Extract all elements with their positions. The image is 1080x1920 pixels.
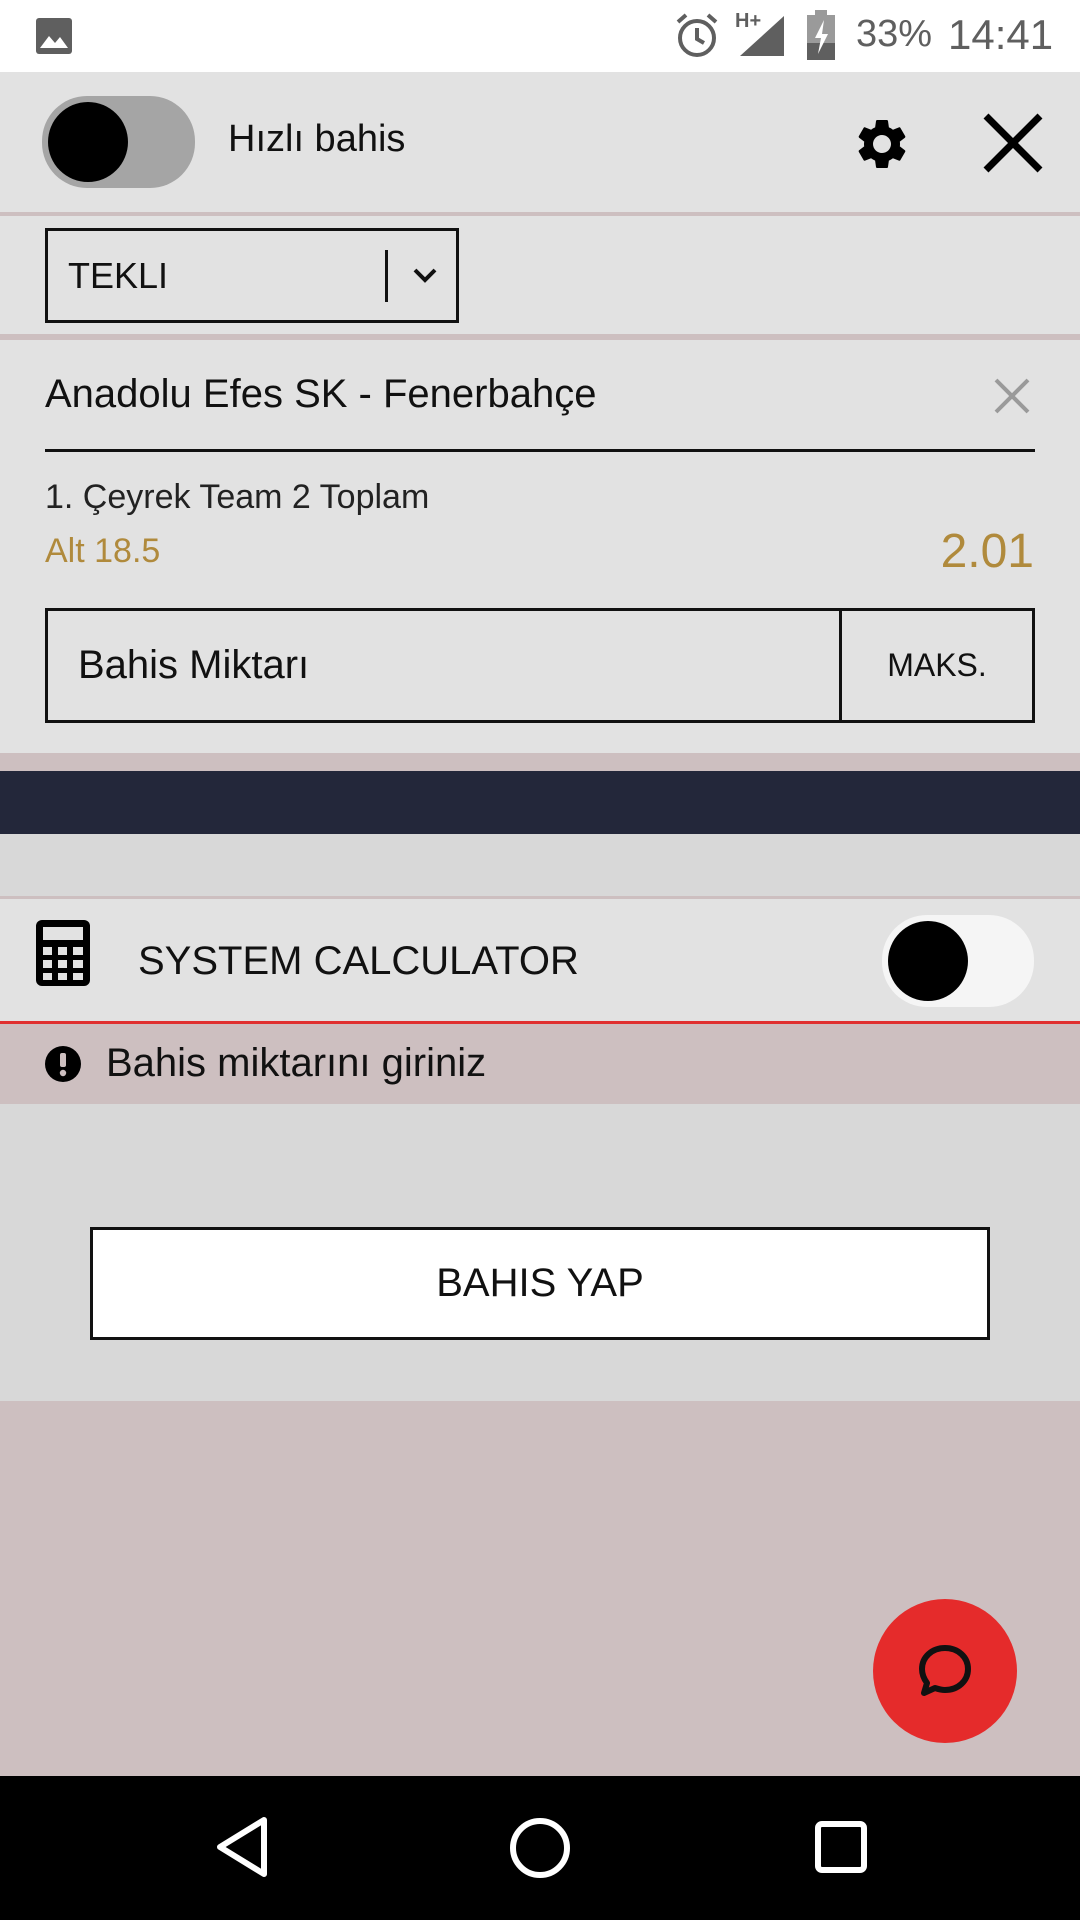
spacer-band — [0, 834, 1080, 898]
stake-input[interactable] — [48, 611, 842, 720]
place-bet-button[interactable]: BAHIS YAP — [90, 1227, 990, 1340]
close-icon[interactable] — [980, 110, 1046, 176]
stake-box: MAKS. — [45, 608, 1035, 723]
image-icon — [36, 18, 72, 54]
back-icon[interactable] — [212, 1814, 272, 1880]
chevron-down-icon — [413, 268, 437, 283]
chat-button[interactable] — [873, 1599, 1017, 1743]
system-calculator-toggle[interactable] — [882, 915, 1034, 1007]
alarm-icon — [676, 13, 718, 57]
quick-bet-label: Hızlı bahis — [228, 118, 406, 160]
warning-text: Bahis miktarını giriniz — [106, 1041, 487, 1085]
status-bar: H+ 33% 14:41 — [0, 0, 1080, 72]
chat-icon — [919, 1645, 971, 1696]
system-calculator-label: SYSTEM CALCULATOR — [138, 939, 579, 983]
market-name: 1. Çeyrek Team 2 Toplam — [45, 478, 430, 516]
battery-percent: 33% — [856, 13, 933, 55]
bet-type-value: TEKLI — [68, 255, 169, 296]
section-gap — [0, 753, 1080, 771]
gear-icon[interactable] — [852, 114, 912, 174]
signal-icon — [740, 16, 784, 56]
selection-name: Alt 18.5 — [45, 532, 161, 570]
remove-bet-icon[interactable] — [992, 376, 1032, 416]
navigation-bar — [0, 1776, 1080, 1920]
max-stake-button[interactable]: MAKS. — [842, 611, 1032, 720]
calculator-icon — [36, 920, 90, 986]
recents-icon[interactable] — [814, 1820, 868, 1874]
toggle-knob — [48, 102, 128, 182]
quick-bet-toggle[interactable] — [42, 96, 195, 188]
odds-value: 2.01 — [940, 525, 1034, 578]
battery-icon — [807, 10, 835, 60]
event-title: Anadolu Efes SK - Fenerbahçe — [45, 372, 597, 416]
select-divider — [385, 250, 388, 302]
home-icon[interactable] — [508, 1816, 572, 1880]
dark-band — [0, 771, 1080, 834]
event-divider — [45, 449, 1035, 452]
clock: 14:41 — [948, 11, 1054, 58]
bet-type-select[interactable]: TEKLI — [45, 228, 459, 323]
toggle-knob — [888, 921, 968, 1001]
alert-icon — [45, 1046, 81, 1082]
